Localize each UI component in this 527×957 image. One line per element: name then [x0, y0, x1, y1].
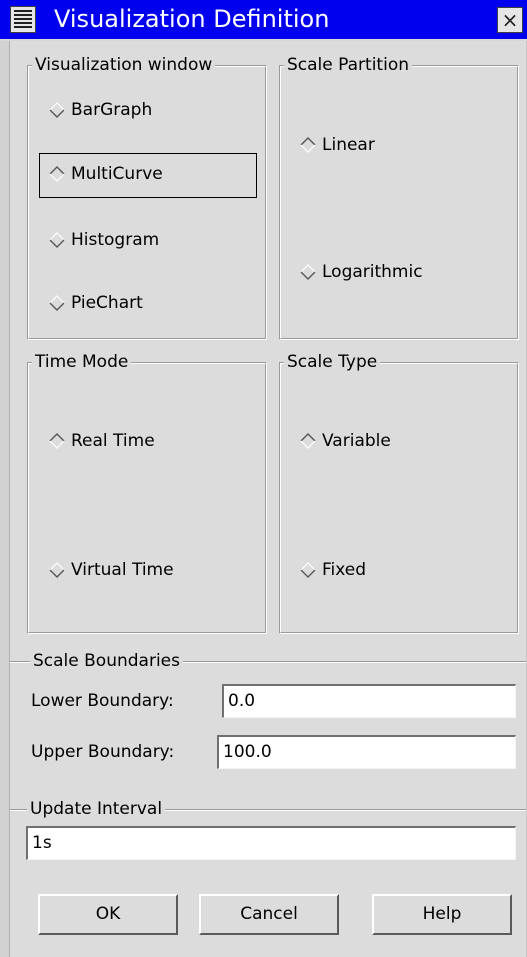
radio-on-icon — [300, 433, 316, 449]
radio-off-icon — [49, 295, 65, 311]
time-mode-legend: Time Mode — [32, 351, 132, 373]
window-title: Visualization Definition — [54, 5, 330, 33]
time-mode-group: Time Mode — [27, 351, 267, 634]
radio-fixed-label: Fixed — [322, 560, 367, 580]
radio-virtual-time-label: Virtual Time — [71, 560, 174, 580]
lower-boundary-label: Lower Boundary: — [31, 691, 174, 711]
radio-on-icon — [49, 166, 65, 182]
radio-off-icon — [49, 562, 65, 578]
window-frame-left — [0, 41, 10, 957]
dialog-window: Visualization Definition × Visualization… — [0, 0, 527, 957]
help-button[interactable]: Help — [372, 894, 512, 935]
close-icon[interactable]: × — [497, 7, 523, 33]
scale-partition-group: Scale Partition — [279, 54, 519, 340]
update-interval-input[interactable]: 1s — [26, 826, 516, 860]
lower-boundary-input[interactable]: 0.0 — [222, 684, 516, 718]
cancel-button[interactable]: Cancel — [199, 894, 339, 935]
radio-off-icon — [49, 232, 65, 248]
radio-histogram-label: Histogram — [71, 230, 160, 250]
ok-button[interactable]: OK — [38, 894, 178, 935]
upper-boundary-label: Upper Boundary: — [31, 742, 175, 762]
radio-linear-label: Linear — [322, 135, 375, 155]
radio-piechart-label: PieChart — [71, 293, 143, 313]
radio-off-icon — [300, 264, 316, 280]
radio-multicurve-label: MultiCurve — [71, 164, 163, 184]
scale-type-group: Scale Type — [279, 351, 519, 634]
update-interval-legend: Update Interval — [27, 798, 166, 820]
scale-partition-legend: Scale Partition — [284, 54, 412, 76]
radio-logarithmic-label: Logarithmic — [322, 262, 423, 282]
radio-variable-label: Variable — [322, 431, 391, 451]
radio-real-time-label: Real Time — [71, 431, 155, 451]
title-bar[interactable]: Visualization Definition × — [0, 0, 527, 41]
scale-type-legend: Scale Type — [284, 351, 381, 373]
visualization-window-legend: Visualization window — [32, 54, 216, 76]
radio-on-icon — [300, 137, 316, 153]
radio-off-icon — [300, 562, 316, 578]
radio-on-icon — [49, 433, 65, 449]
scale-boundaries-legend: Scale Boundaries — [30, 650, 183, 672]
upper-boundary-input[interactable]: 100.0 — [217, 735, 516, 769]
window-menu-icon[interactable] — [10, 6, 36, 33]
radio-off-icon — [49, 102, 65, 118]
radio-bargraph-label: BarGraph — [71, 100, 153, 120]
